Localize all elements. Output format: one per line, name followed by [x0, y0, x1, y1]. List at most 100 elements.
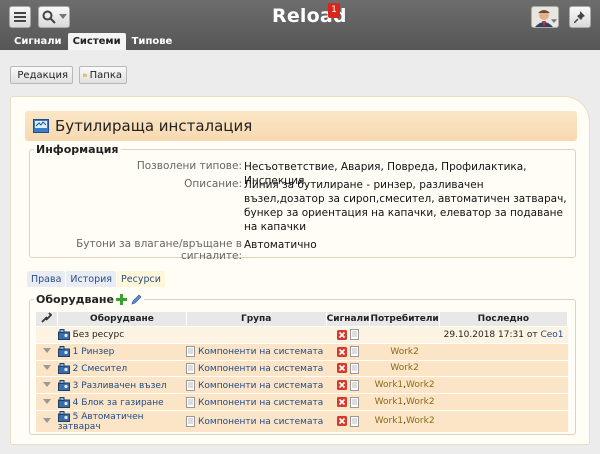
pin-button[interactable] — [569, 6, 591, 28]
last-cell — [439, 376, 568, 394]
tab-signals[interactable]: Сигнали — [9, 33, 67, 50]
equipment-table: Оборудване Група Сигнали Потребители Пос… — [36, 312, 569, 432]
chevron-down-icon — [551, 19, 557, 23]
document-icon — [349, 362, 359, 374]
equipment-legend-label: Оборудване — [36, 293, 114, 306]
user-link[interactable]: Work1 — [375, 380, 404, 390]
delete-signal-icon[interactable] — [337, 346, 348, 357]
group-link[interactable]: Компоненти на системата — [198, 364, 323, 374]
equipment-section: Оборудване Оборудване Група Сигнали Потр… — [29, 293, 576, 435]
last-cell: 29.10.2018 17:31 от Ceo1 — [439, 326, 568, 344]
row-toggle-cell — [36, 376, 58, 394]
table-row[interactable]: 1 Ринзер Компоненти на системата Work2 — [36, 342, 568, 361]
users-cell: Work1,Work2 — [369, 376, 440, 394]
tab-types[interactable]: Типове — [127, 33, 178, 50]
system-card: Бутилираща инсталация Информация Позволе… — [10, 96, 590, 445]
user-avatar-button[interactable] — [531, 6, 559, 28]
buttons-label: Бутони за влагане/връщане в сигналите: — [76, 238, 242, 262]
group-link[interactable]: Компоненти на системата — [198, 381, 323, 391]
expand-arrow-icon[interactable] — [42, 348, 51, 354]
expand-arrow-icon[interactable] — [42, 364, 51, 371]
delete-signal-icon[interactable] — [337, 329, 348, 340]
description-line: възел,дозатор за сироп,смесител, автомат… — [244, 193, 567, 205]
group-cell: Компоненти на системата — [186, 409, 327, 432]
description-line: на капачки — [244, 221, 307, 233]
top-bar: Reload 1 Сигнали Системи Типове — [0, 0, 600, 50]
folder-button-label: Папка — [89, 69, 122, 81]
delete-signal-icon[interactable] — [337, 363, 348, 374]
delete-signal-icon[interactable] — [337, 416, 348, 427]
delete-signal-icon[interactable] — [337, 397, 348, 408]
pencil-icon[interactable] — [131, 294, 142, 305]
user-link[interactable]: Work2 — [406, 416, 435, 426]
tab-history[interactable]: История — [66, 271, 117, 287]
tab-resources[interactable]: Ресурси — [117, 271, 165, 287]
last-cell — [439, 409, 568, 432]
group-link[interactable]: Компоненти на системата — [198, 347, 323, 357]
last-time: 29.10.2018 17:31 от — [443, 329, 538, 340]
table-row[interactable]: Без ресурс 29.10.2018 17:31 от Ceo1 — [36, 326, 568, 344]
users-cell: Work1,Work2 — [369, 393, 440, 411]
group-cell: Компоненти на системата — [186, 359, 327, 377]
row-toggle-cell — [36, 393, 58, 411]
expand-arrow-icon[interactable] — [42, 398, 51, 405]
menu-button[interactable] — [9, 6, 31, 28]
equipment-legend: Оборудване — [34, 293, 144, 306]
column-group[interactable]: Група — [186, 312, 327, 327]
document-icon — [186, 396, 196, 408]
machine-icon — [57, 396, 70, 408]
user-link[interactable]: Work2 — [406, 380, 435, 390]
user-link[interactable]: Work1 — [375, 416, 404, 426]
signals-cell — [326, 342, 370, 361]
row-toggle-cell — [36, 326, 58, 344]
last-user-link[interactable]: Ceo1 — [540, 330, 563, 340]
expand-arrow-icon[interactable] — [42, 417, 51, 424]
group-link[interactable]: Компоненти на системата — [198, 398, 323, 408]
column-last[interactable]: Последно — [439, 312, 569, 327]
machine-icon — [57, 329, 70, 341]
delete-signal-icon[interactable] — [337, 380, 348, 391]
equipment-cell: Без ресурс — [57, 326, 187, 344]
row-toggle-cell — [36, 359, 58, 377]
detail-tabs: Права История Ресурси — [27, 271, 166, 287]
equipment-name[interactable]: 4 Блок за газиране — [73, 398, 164, 408]
system-header: Бутилираща инсталация — [25, 111, 577, 141]
tab-systems[interactable]: Системи — [67, 33, 126, 50]
users-cell: Work1,Work2 — [369, 409, 440, 432]
row-toggle-cell — [36, 409, 58, 432]
avatar — [532, 7, 558, 27]
table-row[interactable]: 2 Смесител Компоненти на системата Work2 — [36, 359, 568, 377]
group-cell: Компоненти на системата — [186, 393, 327, 411]
column-equipment[interactable]: Оборудване — [57, 312, 187, 327]
search-icon — [42, 10, 56, 24]
tab-rights[interactable]: Права — [27, 271, 66, 287]
document-icon — [186, 362, 196, 374]
folder-button[interactable]: Папка — [79, 66, 127, 84]
equipment-cell: 3 Разливачен възел — [57, 376, 187, 394]
table-row[interactable]: 5 Автоматичен затварач Компоненти на сис… — [36, 409, 568, 432]
last-cell — [439, 393, 568, 411]
tools-header — [36, 312, 59, 327]
equipment-name[interactable]: 3 Разливачен възел — [73, 381, 167, 391]
table-row[interactable]: 4 Блок за газиране Компоненти на система… — [36, 393, 568, 411]
user-link[interactable]: Work1 — [375, 397, 404, 407]
user-link[interactable]: Work2 — [390, 347, 419, 357]
table-row[interactable]: 3 Разливачен възел Компоненти на система… — [36, 376, 568, 394]
equipment-name[interactable]: 2 Смесител — [73, 364, 128, 374]
column-users[interactable]: Потребители — [369, 312, 440, 327]
notification-badge[interactable]: 1 — [328, 3, 340, 18]
machine-icon — [57, 379, 70, 391]
equipment-name[interactable]: 5 Автоматичен затварач — [58, 412, 144, 432]
add-icon[interactable] — [115, 294, 127, 305]
edit-button[interactable]: Редакция — [10, 66, 73, 84]
expand-arrow-icon[interactable] — [42, 381, 51, 388]
users-cell: Work2 — [369, 359, 440, 377]
user-link[interactable]: Work2 — [406, 397, 435, 407]
document-icon — [186, 415, 196, 427]
column-signals[interactable]: Сигнали — [326, 312, 371, 327]
search-button[interactable] — [38, 6, 70, 28]
equipment-name[interactable]: 1 Ринзер — [73, 347, 115, 357]
group-link[interactable]: Компоненти на системата — [198, 417, 323, 427]
user-link[interactable]: Work2 — [390, 363, 419, 373]
signals-cell — [326, 409, 370, 432]
